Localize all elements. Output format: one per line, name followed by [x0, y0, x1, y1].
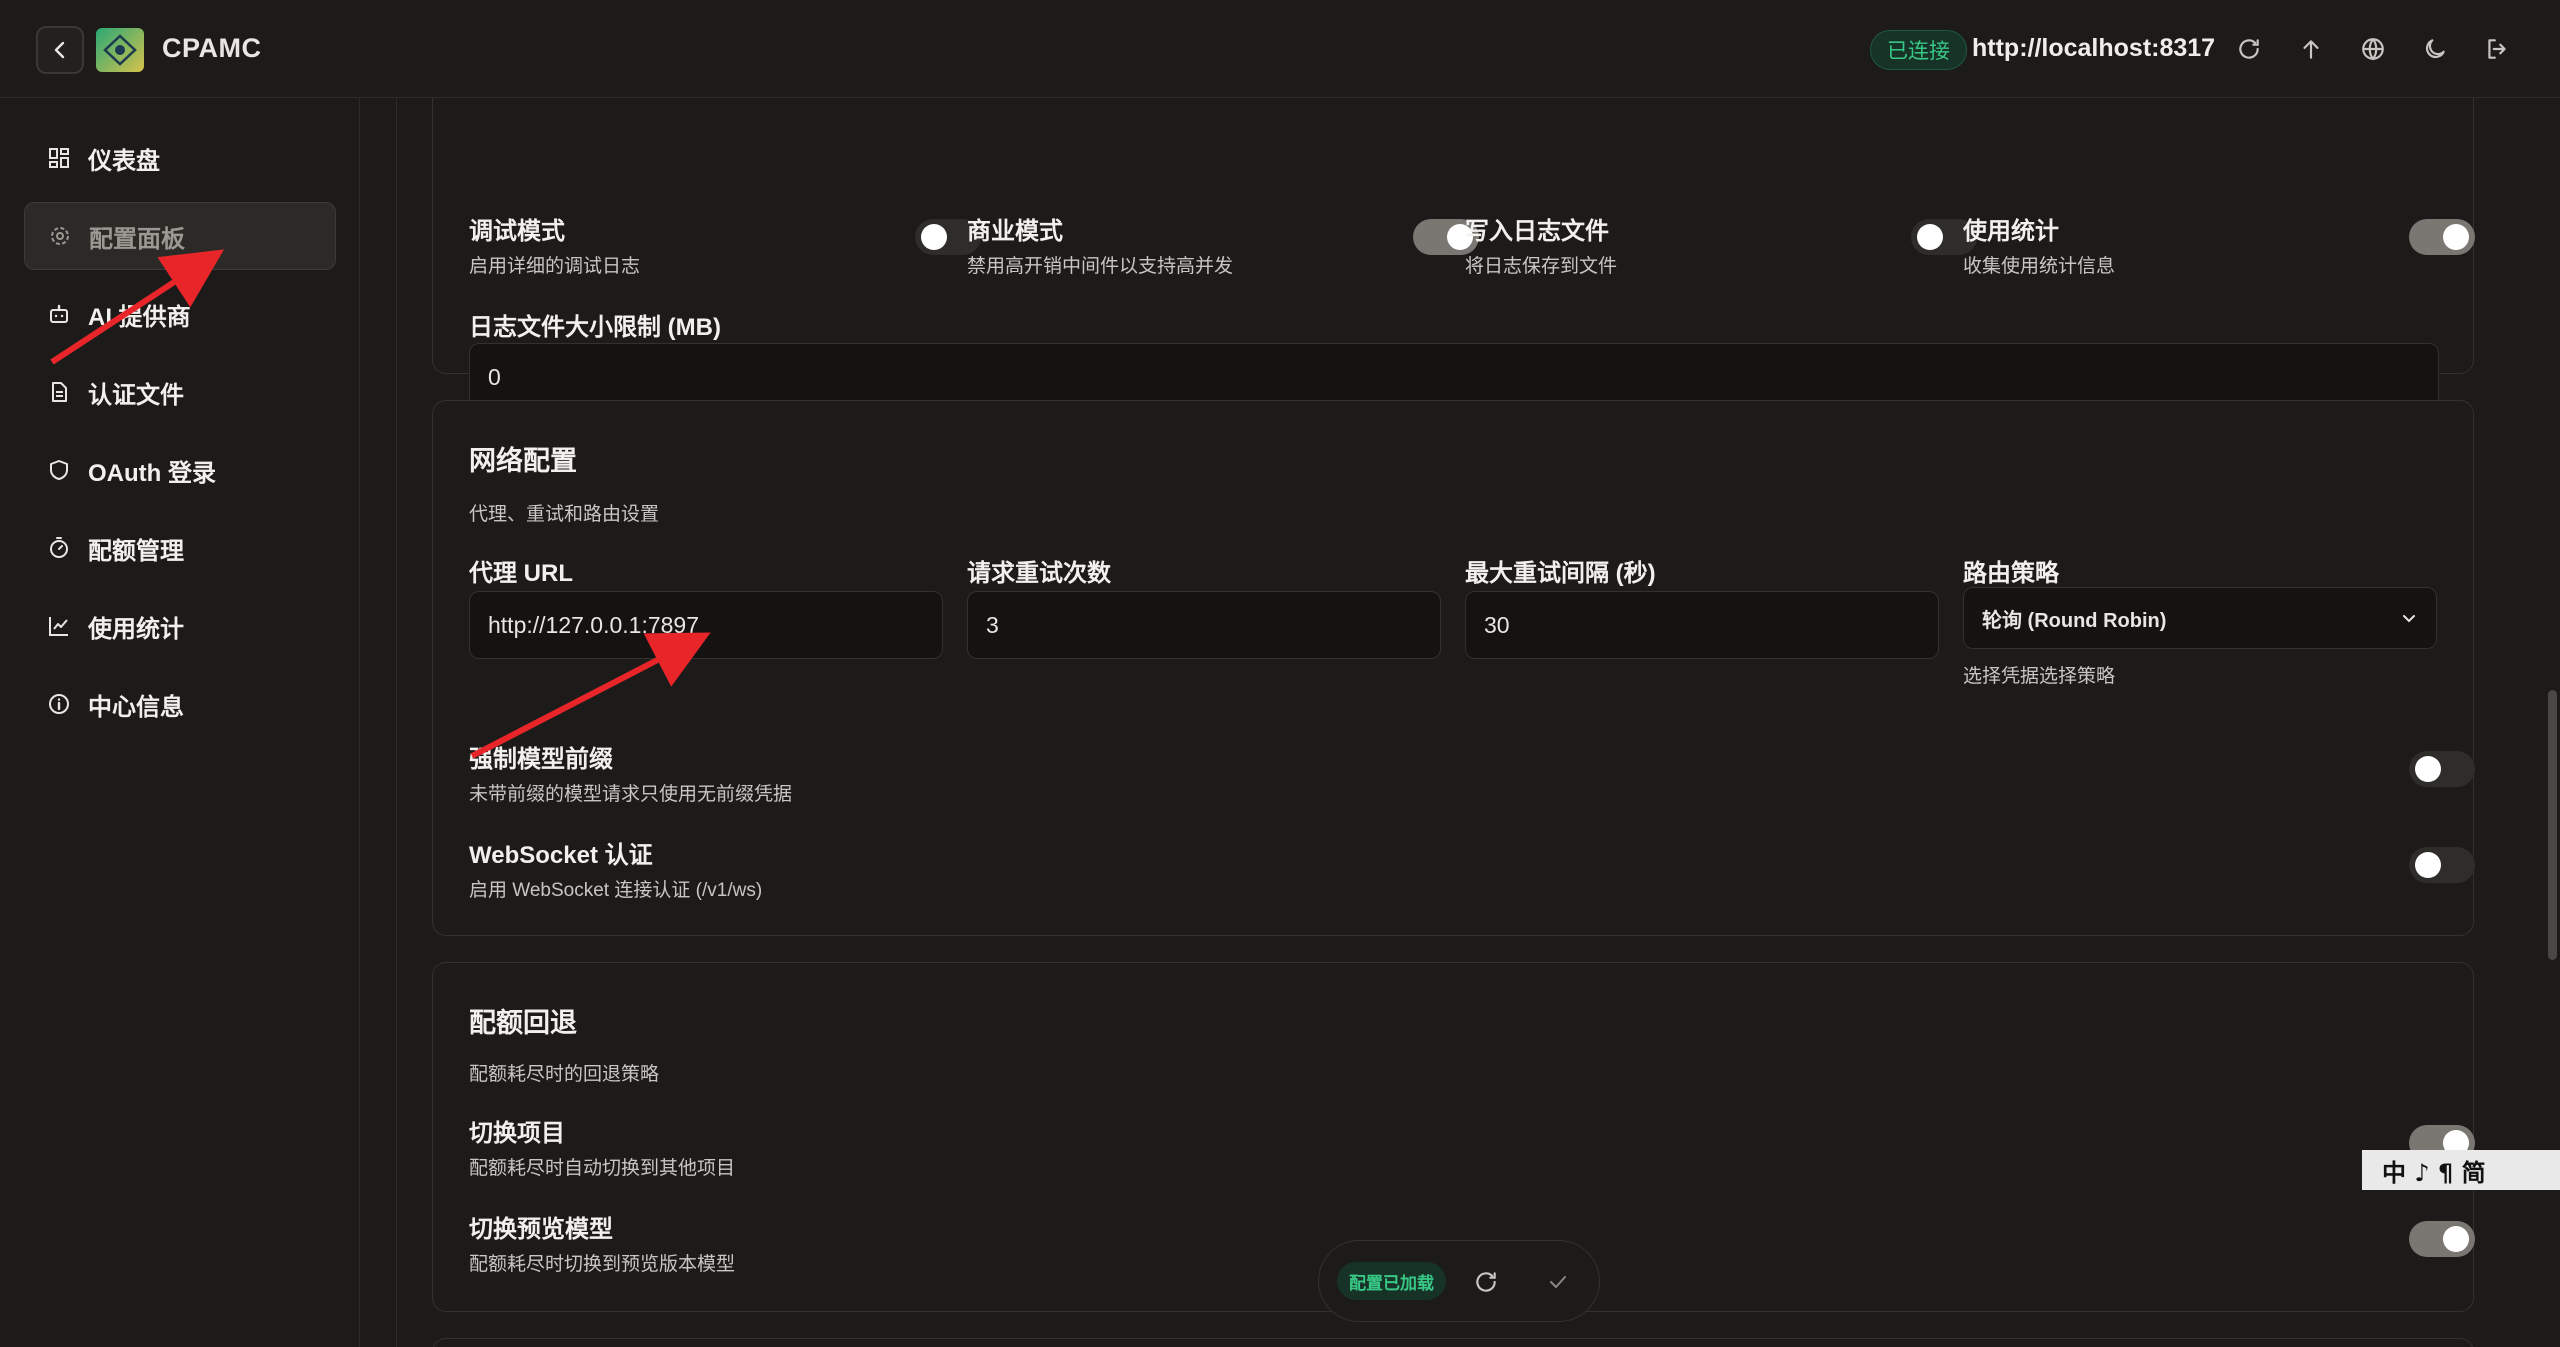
file-icon [44, 377, 74, 407]
dashboard-icon [44, 143, 74, 173]
usage-stats-label: 使用统计 [1963, 218, 2059, 245]
ime-text: 中 ♪ ¶ 简 [2382, 1158, 2486, 1187]
routing-strategy-value: 轮询 (Round Robin) [1982, 609, 2167, 632]
save-config-button[interactable] [1541, 1265, 1575, 1299]
force-prefix-toggle[interactable] [2409, 751, 2475, 787]
config-action-bar: 配置已加载 [1318, 1240, 1600, 1322]
websocket-auth-desc: 启用 WebSocket 连接认证 (/v1/ws) [469, 880, 763, 901]
switch-preview-label: 切换预览模型 [469, 1216, 613, 1243]
refresh-icon[interactable] [2232, 32, 2266, 66]
app-logo [96, 28, 144, 72]
usage-stats-desc: 收集使用统计信息 [1963, 256, 2116, 277]
debug-mode-desc: 启用详细的调试日志 [469, 256, 641, 277]
refresh-icon [1476, 1272, 1496, 1292]
websocket-auth-toggle[interactable] [2409, 847, 2475, 883]
config-loaded-badge: 配置已加载 [1337, 1262, 1446, 1300]
usage-stats-toggle[interactable] [2409, 219, 2475, 255]
sidebar-item-label: 认证文件 [88, 381, 184, 409]
quota-desc: 配额耗尽时的回退策略 [469, 1064, 660, 1085]
sidebar-item-label: 使用统计 [88, 615, 184, 643]
bot-icon [44, 299, 74, 329]
routing-strategy-label: 路由策略 [1963, 560, 2059, 587]
proxy-url-input[interactable]: http://127.0.0.1:7897 [469, 591, 943, 659]
sidebar: 仪表盘 配置面板 AI 提供商 认证文件 OAuth 登录 配额管理 使用统计 … [0, 98, 360, 1347]
sidebar-item-label: 中心信息 [88, 693, 184, 721]
logout-icon[interactable] [2480, 32, 2514, 66]
sidebar-item-label: OAuth 登录 [88, 459, 216, 487]
next-card [432, 1338, 2474, 1347]
app-header: CPAMC 已连接 http://localhost:8317 [0, 0, 2560, 98]
connection-status-badge: 已连接 [1870, 30, 1967, 70]
check-icon [1550, 1276, 1566, 1288]
routing-strategy-hint: 选择凭据选择策略 [1963, 666, 2116, 687]
sidebar-item-label: AI 提供商 [88, 303, 191, 331]
force-prefix-desc: 未带前缀的模型请求只使用无前缀凭据 [469, 784, 793, 805]
network-desc: 代理、重试和路由设置 [469, 504, 660, 525]
reload-config-button[interactable] [1469, 1265, 1503, 1299]
log-file-label: 写入日志文件 [1465, 218, 1609, 245]
chevron-left-icon [54, 41, 65, 59]
general-settings-card: 调试模式 启用详细的调试日志 商业模式 禁用高开销中间件以支持高并发 写入日志文… [432, 98, 2475, 411]
network-config-card: 网络配置 代理、重试和路由设置 代理 URL http://127.0.0.1:… [432, 400, 2475, 936]
sidebar-item-config[interactable]: 配置面板 [24, 202, 336, 270]
retry-interval-label: 最大重试间隔 (秒) [1465, 560, 1656, 587]
commercial-mode-label: 商业模式 [967, 218, 1063, 245]
shield-icon [44, 455, 74, 485]
switch-preview-desc: 配额耗尽时切换到预览版本模型 [469, 1254, 736, 1275]
sidebar-item-info[interactable]: 中心信息 [24, 670, 336, 738]
sidebar-item-label: 仪表盘 [88, 147, 160, 175]
moon-icon[interactable] [2418, 32, 2452, 66]
sidebar-item-label: 配置面板 [89, 225, 185, 253]
retry-count-input[interactable]: 3 [967, 591, 1441, 659]
debug-mode-label: 调试模式 [469, 218, 565, 245]
quota-title: 配额回退 [469, 1008, 577, 1038]
back-button[interactable] [36, 26, 84, 74]
sidebar-item-label: 配额管理 [88, 537, 184, 565]
commercial-mode-desc: 禁用高开销中间件以支持高并发 [967, 256, 1234, 277]
gear-icon [45, 221, 75, 251]
sidebar-item-oauth[interactable]: OAuth 登录 [24, 436, 336, 504]
force-prefix-label: 强制模型前缀 [469, 746, 613, 773]
timer-icon [44, 533, 74, 563]
chart-icon [44, 611, 74, 641]
network-title: 网络配置 [469, 446, 577, 476]
log-file-desc: 将日志保存到文件 [1465, 256, 1618, 277]
scrollbar-thumb[interactable] [2548, 690, 2557, 960]
server-url: http://localhost:8317 [1972, 34, 2216, 62]
sidebar-item-quota[interactable]: 配额管理 [24, 514, 336, 582]
sidebar-item-usage[interactable]: 使用统计 [24, 592, 336, 660]
ime-toolbar[interactable]: 中 ♪ ¶ 简 [2362, 1150, 2560, 1190]
switch-preview-toggle[interactable] [2409, 1221, 2475, 1257]
log-size-label: 日志文件大小限制 (MB) [469, 314, 721, 341]
retry-count-label: 请求重试次数 [967, 560, 1111, 587]
websocket-auth-label: WebSocket 认证 [469, 842, 653, 869]
sidebar-item-ai-providers[interactable]: AI 提供商 [24, 280, 336, 348]
upload-icon[interactable] [2294, 32, 2328, 66]
switch-project-label: 切换项目 [469, 1120, 565, 1147]
info-icon [44, 689, 74, 719]
config-panel: 调试模式 启用详细的调试日志 商业模式 禁用高开销中间件以支持高并发 写入日志文… [396, 98, 2526, 1347]
globe-icon[interactable] [2356, 32, 2390, 66]
switch-project-desc: 配额耗尽时自动切换到其他项目 [469, 1158, 736, 1179]
routing-strategy-select[interactable]: 轮询 (Round Robin) [1963, 587, 2437, 649]
sidebar-item-dashboard[interactable]: 仪表盘 [24, 124, 336, 192]
chevron-down-icon [2403, 615, 2415, 623]
proxy-url-label: 代理 URL [469, 560, 573, 587]
app-title: CPAMC [162, 33, 262, 63]
sidebar-item-auth-files[interactable]: 认证文件 [24, 358, 336, 426]
retry-interval-input[interactable]: 30 [1465, 591, 1939, 659]
